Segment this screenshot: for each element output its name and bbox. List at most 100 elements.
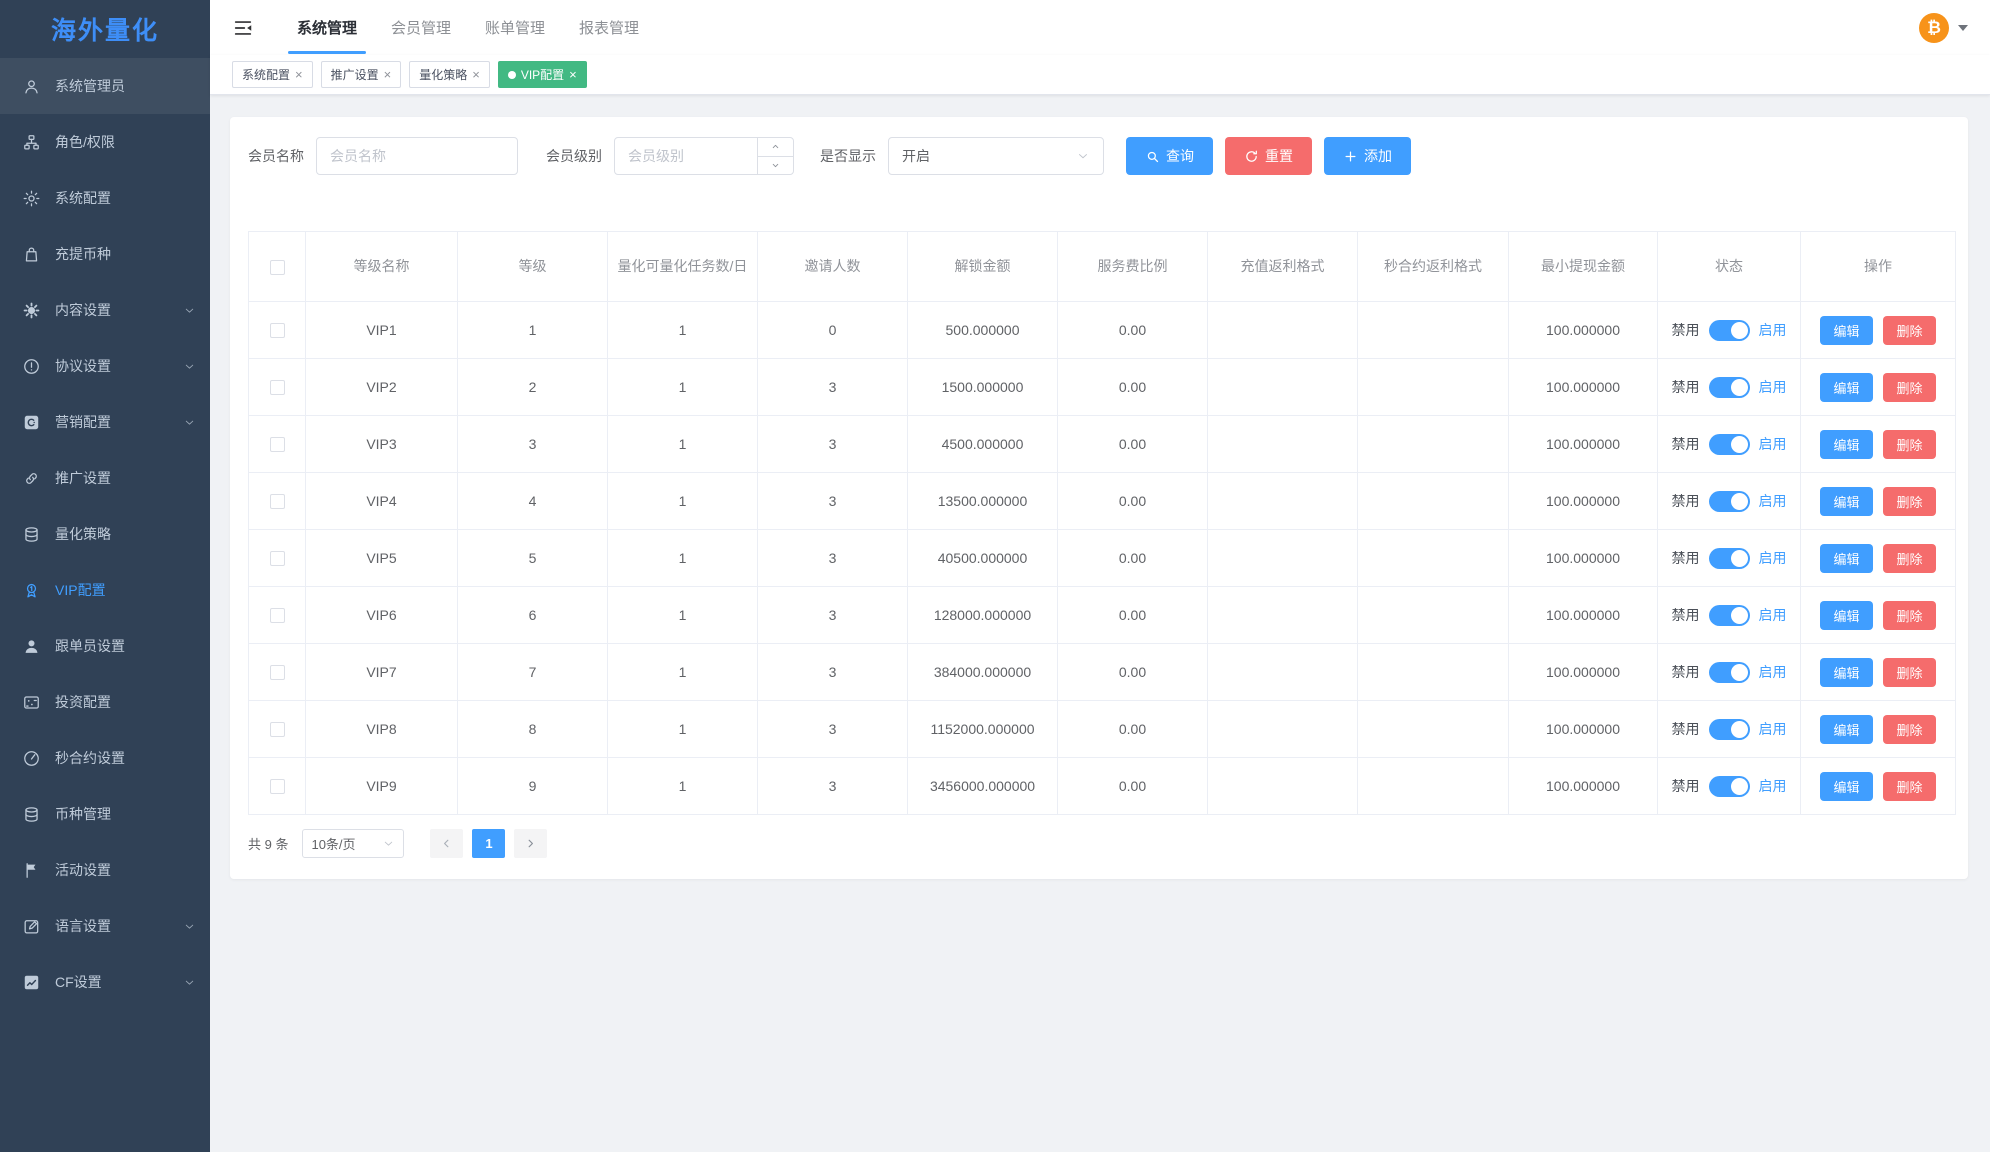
avatar-dropdown-caret[interactable] — [1958, 25, 1968, 31]
sidebar-item-language-settings[interactable]: 语言设置 — [0, 898, 210, 954]
edit-button[interactable]: 编辑 — [1820, 715, 1873, 744]
status-toggle[interactable] — [1709, 776, 1750, 797]
row-checkbox[interactable] — [270, 551, 285, 566]
edit-button[interactable]: 编辑 — [1820, 373, 1873, 402]
show-status-select[interactable]: 开启 — [888, 137, 1104, 175]
sidebar-item-deposit-coins[interactable]: 充提币种 — [0, 226, 210, 282]
status-toggle[interactable] — [1709, 719, 1750, 740]
delete-button[interactable]: 删除 — [1883, 715, 1936, 744]
row-checkbox[interactable] — [270, 665, 285, 680]
cell-level: 3 — [458, 416, 608, 473]
cell-contract_rebate — [1358, 359, 1509, 416]
status-toggle[interactable] — [1709, 434, 1750, 455]
delete-button[interactable]: 删除 — [1883, 373, 1936, 402]
row-checkbox[interactable] — [270, 608, 285, 623]
sidebar-item-promotion-settings[interactable]: 推广设置 — [0, 450, 210, 506]
spinner-down-icon[interactable] — [758, 156, 793, 175]
column-header: 等级 — [458, 232, 608, 302]
cell-recharge_rebate — [1208, 473, 1358, 530]
sidebar-item-marketing-config[interactable]: 营销配置 — [0, 394, 210, 450]
sidebar-item-follow-trader[interactable]: 跟单员设置 — [0, 618, 210, 674]
close-icon[interactable]: × — [295, 68, 303, 81]
user-solid-icon — [22, 637, 41, 656]
top-tab-会员管理[interactable]: 会员管理 — [374, 0, 468, 55]
delete-button[interactable]: 删除 — [1883, 544, 1936, 573]
row-checkbox[interactable] — [270, 380, 285, 395]
page-number-button[interactable]: 1 — [472, 829, 505, 858]
cell-daily_tasks: 1 — [608, 473, 758, 530]
edit-button[interactable]: 编辑 — [1820, 601, 1873, 630]
spinner-up-icon[interactable] — [758, 138, 793, 156]
delete-button[interactable]: 删除 — [1883, 601, 1936, 630]
sidebar-item-system-admin[interactable]: 系统管理员 — [0, 58, 210, 114]
row-checkbox[interactable] — [270, 722, 285, 737]
delete-button[interactable]: 删除 — [1883, 487, 1936, 516]
view-tag-推广设置[interactable]: 推广设置× — [321, 61, 402, 88]
sidebar-item-label: 系统配置 — [55, 188, 111, 208]
sidebar-item-vip-config[interactable]: VIP配置 — [0, 562, 210, 618]
sidebar-item-system-config[interactable]: 系统配置 — [0, 170, 210, 226]
status-on-label: 启用 — [1759, 548, 1787, 568]
delete-button[interactable]: 删除 — [1883, 316, 1936, 345]
sidebar-item-label: 推广设置 — [55, 468, 111, 488]
cell-invites: 3 — [758, 758, 908, 815]
menu-fold-icon[interactable] — [232, 17, 254, 39]
row-checkbox[interactable] — [270, 494, 285, 509]
sidebar-item-investment-config[interactable]: 投资配置 — [0, 674, 210, 730]
sidebar-item-cf-settings[interactable]: CF设置 — [0, 954, 210, 1010]
top-tab-报表管理[interactable]: 报表管理 — [562, 0, 656, 55]
status-toggle[interactable] — [1709, 605, 1750, 626]
edit-button[interactable]: 编辑 — [1820, 544, 1873, 573]
ops-cell: 编辑删除 — [1807, 544, 1949, 573]
cell-unlock_amount: 40500.000000 — [908, 530, 1058, 587]
row-checkbox[interactable] — [270, 779, 285, 794]
prev-page-button[interactable] — [430, 829, 463, 858]
view-tag-VIP配置[interactable]: VIP配置× — [498, 61, 587, 88]
row-checkbox[interactable] — [270, 437, 285, 452]
column-header: 解锁金额 — [908, 232, 1058, 302]
next-page-button[interactable] — [514, 829, 547, 858]
search-button[interactable]: 查询 — [1126, 137, 1213, 175]
status-cell: 禁用启用 — [1664, 662, 1794, 683]
status-toggle[interactable] — [1709, 377, 1750, 398]
delete-button[interactable]: 删除 — [1883, 430, 1936, 459]
status-toggle[interactable] — [1709, 548, 1750, 569]
close-icon[interactable]: × — [384, 68, 392, 81]
top-tab-账单管理[interactable]: 账单管理 — [468, 0, 562, 55]
sidebar-item-roles-permissions[interactable]: 角色/权限 — [0, 114, 210, 170]
top-tab-系统管理[interactable]: 系统管理 — [280, 0, 374, 55]
close-icon[interactable]: × — [569, 68, 577, 81]
sidebar-item-seconds-contract[interactable]: 秒合约设置 — [0, 730, 210, 786]
cell-unlock_amount: 500.000000 — [908, 302, 1058, 359]
select-all-checkbox[interactable] — [270, 260, 285, 275]
edit-button[interactable]: 编辑 — [1820, 316, 1873, 345]
delete-button[interactable]: 删除 — [1883, 658, 1936, 687]
sidebar-item-agreement-settings[interactable]: 协议设置 — [0, 338, 210, 394]
row-checkbox[interactable] — [270, 323, 285, 338]
status-cell: 禁用启用 — [1664, 377, 1794, 398]
refresh-icon — [1244, 149, 1259, 164]
member-name-input[interactable] — [316, 137, 518, 175]
add-button[interactable]: 添加 — [1324, 137, 1411, 175]
avatar[interactable]: ₿ — [1919, 13, 1949, 43]
status-toggle[interactable] — [1709, 491, 1750, 512]
view-tag-量化策略[interactable]: 量化策略× — [409, 61, 490, 88]
sidebar-item-content-settings[interactable]: 内容设置 — [0, 282, 210, 338]
reset-button[interactable]: 重置 — [1225, 137, 1312, 175]
status-toggle[interactable] — [1709, 662, 1750, 683]
edit-button[interactable]: 编辑 — [1820, 487, 1873, 516]
edit-button[interactable]: 编辑 — [1820, 658, 1873, 687]
column-header: 操作 — [1801, 232, 1956, 302]
delete-button[interactable]: 删除 — [1883, 772, 1936, 801]
close-icon[interactable]: × — [472, 68, 480, 81]
edit-button[interactable]: 编辑 — [1820, 772, 1873, 801]
sidebar-item-activity-settings[interactable]: 活动设置 — [0, 842, 210, 898]
sidebar-item-quant-strategy[interactable]: 量化策略 — [0, 506, 210, 562]
status-toggle[interactable] — [1709, 320, 1750, 341]
flag-icon — [22, 861, 41, 880]
edit-button[interactable]: 编辑 — [1820, 430, 1873, 459]
page-size-select[interactable]: 10条/页 — [302, 829, 404, 858]
view-tag-系统配置[interactable]: 系统配置× — [232, 61, 313, 88]
sidebar-item-label: 量化策略 — [55, 524, 111, 544]
sidebar-item-coin-management[interactable]: 币种管理 — [0, 786, 210, 842]
